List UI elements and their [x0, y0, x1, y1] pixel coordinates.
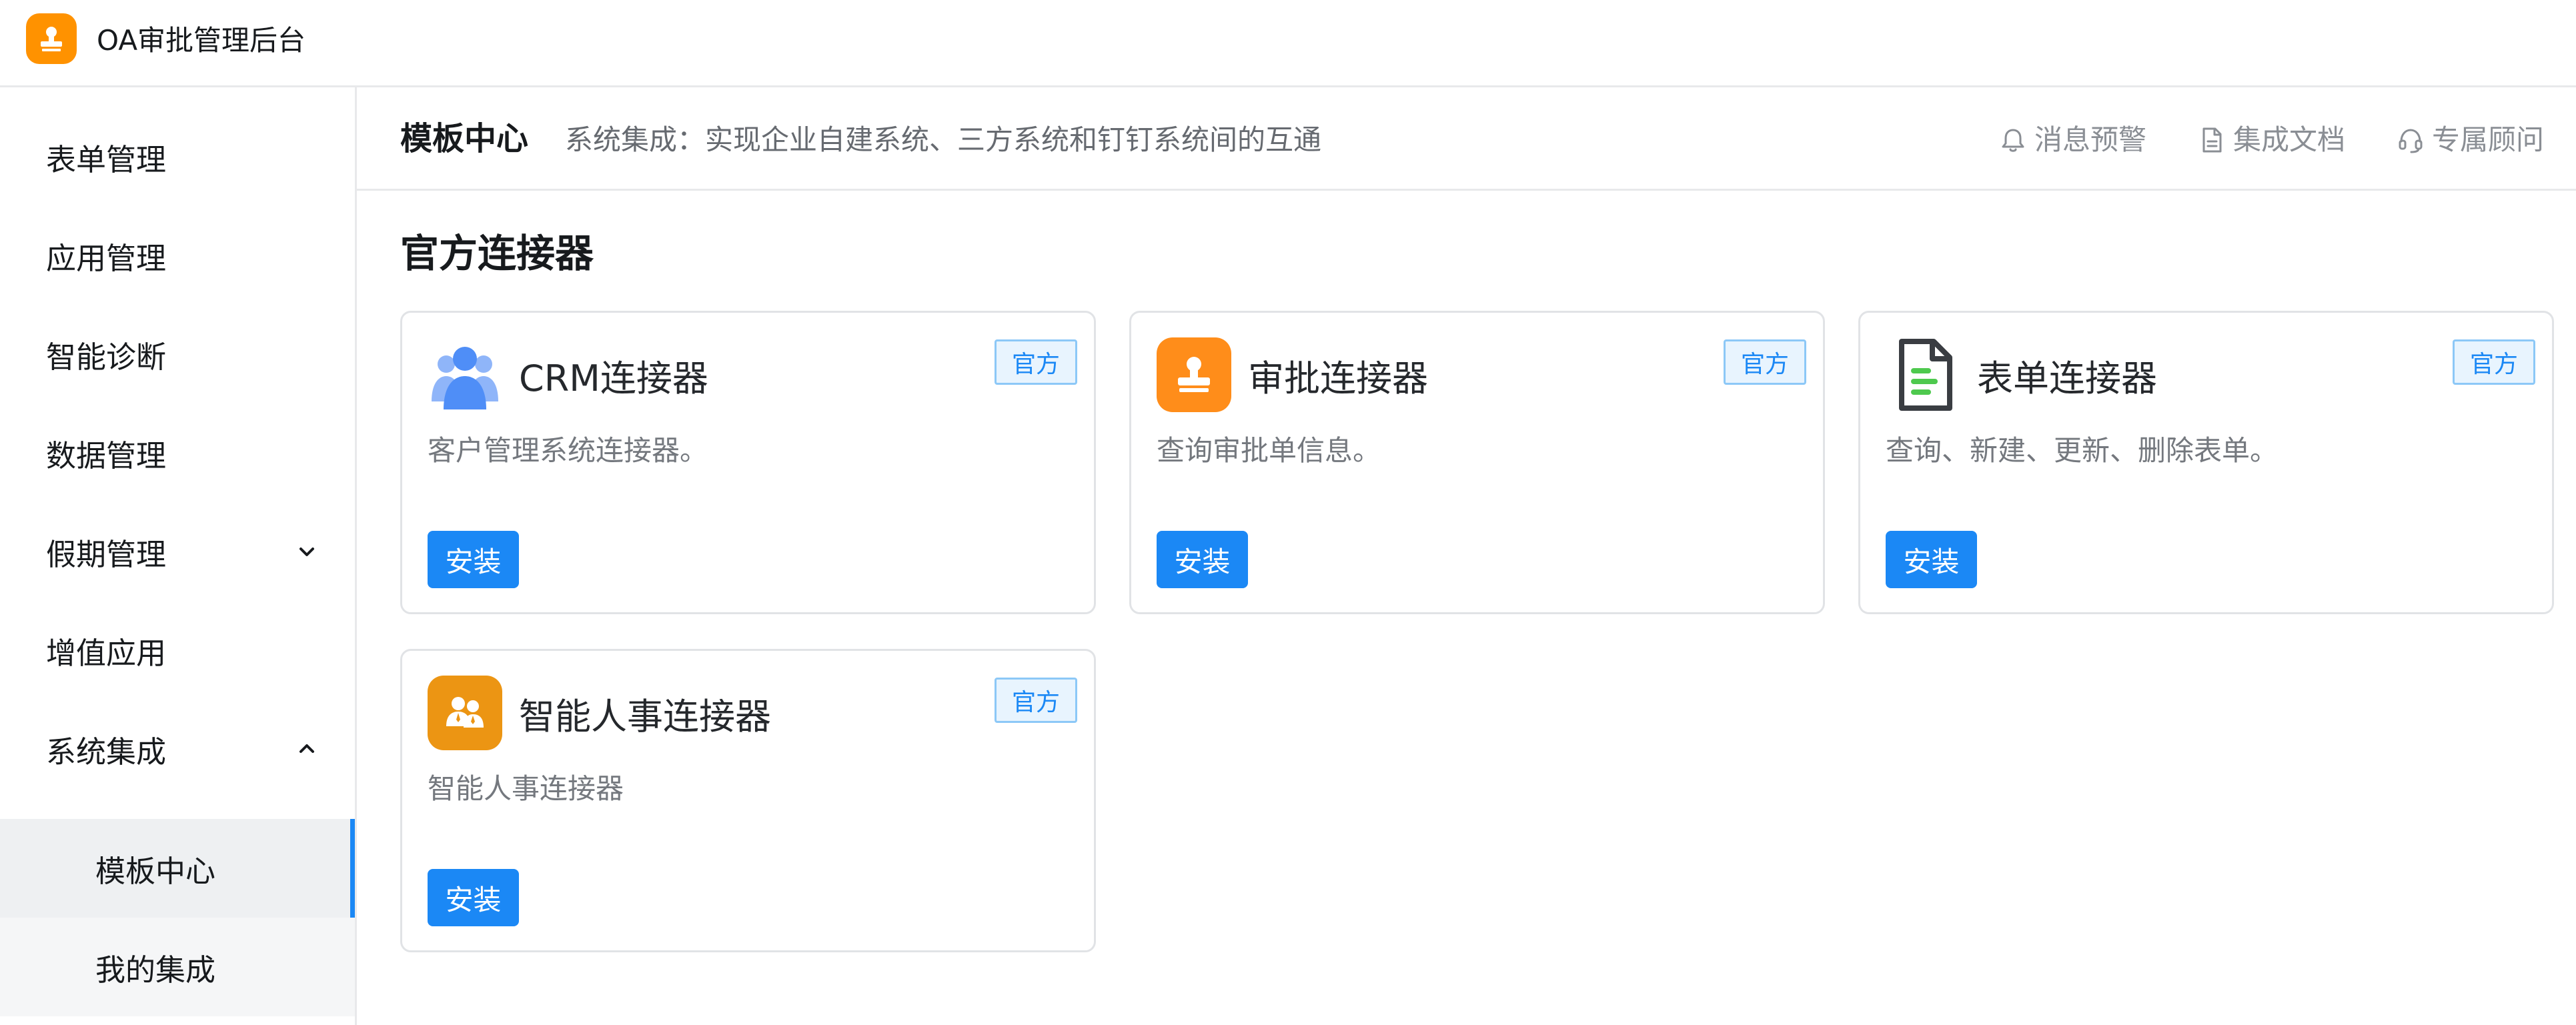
header-actions: 消息预警 集成文档 专属顾问 — [1998, 121, 2544, 159]
official-badge: 官方 — [995, 678, 1077, 723]
document-icon — [2202, 127, 2222, 153]
sidebar-item-smart-diagnosis[interactable]: 智能诊断 — [0, 305, 355, 403]
message-alert-link[interactable]: 消息预警 — [1998, 121, 2146, 159]
sidebar: 表单管理 应用管理 智能诊断 数据管理 假期管理 增值应用 系统集成 模板中心 … — [0, 87, 357, 1025]
connector-card-approval: 审批连接器 官方 查询审批单信息。 安装 — [1129, 311, 1825, 614]
dedicated-advisor-link[interactable]: 专属顾问 — [2396, 121, 2544, 159]
page-title: 模板中心 — [400, 120, 529, 157]
connector-name: CRM连接器 — [519, 357, 708, 399]
install-button[interactable]: 安装 — [428, 869, 519, 926]
page-description: 系统集成：实现企业自建系统、三方系统和钉钉系统间的互通 — [565, 123, 1322, 156]
sidebar-item-form-management[interactable]: 表单管理 — [0, 107, 355, 206]
hr-people-icon — [428, 676, 502, 750]
crm-users-icon — [428, 337, 502, 412]
connector-card-form: 表单连接器 官方 查询、新建、更新、删除表单。 安装 — [1858, 311, 2554, 614]
connector-name: 智能人事连接器 — [519, 696, 771, 738]
sidebar-item-label: 数据管理 — [46, 437, 167, 473]
install-button[interactable]: 安装 — [428, 531, 519, 588]
section-title: 官方连接器 — [400, 231, 594, 276]
form-document-icon — [1886, 337, 1960, 412]
sidebar-subitem-my-integrations[interactable]: 我的集成 — [0, 918, 355, 1016]
install-button[interactable]: 安装 — [1157, 531, 1248, 588]
connector-description: 查询、新建、更新、删除表单。 — [1886, 434, 2279, 467]
sidebar-item-label: 应用管理 — [46, 240, 167, 276]
sidebar-subitem-label: 模板中心 — [95, 853, 216, 889]
sidebar-subitem-label: 我的集成 — [95, 952, 216, 988]
sidebar-item-label: 智能诊断 — [46, 339, 167, 375]
connector-description: 查询审批单信息。 — [1157, 434, 1381, 467]
official-badge: 官方 — [1724, 339, 1806, 385]
dedicated-advisor-label: 专属顾问 — [2431, 123, 2544, 156]
connector-name: 表单连接器 — [1977, 357, 2157, 399]
official-badge: 官方 — [2453, 339, 2535, 385]
chevron-down-icon — [293, 538, 320, 565]
content-header: 模板中心 系统集成：实现企业自建系统、三方系统和钉钉系统间的互通 消息预警 集成… — [357, 87, 2576, 191]
app-title: OA审批管理后台 — [97, 24, 306, 57]
approval-stamp-icon — [1157, 337, 1231, 412]
connector-card-crm: CRM连接器 官方 客户管理系统连接器。 安装 — [400, 311, 1096, 614]
connector-description: 客户管理系统连接器。 — [428, 434, 708, 467]
sidebar-item-data-management[interactable]: 数据管理 — [0, 403, 355, 502]
connector-description: 智能人事连接器 — [428, 772, 624, 805]
sidebar-item-system-integration[interactable]: 系统集成 — [0, 700, 355, 798]
sidebar-subitem-template-center[interactable]: 模板中心 — [0, 819, 355, 918]
headset-icon — [2399, 129, 2423, 153]
app-logo — [26, 13, 77, 64]
integration-docs-label: 集成文档 — [2232, 123, 2345, 156]
official-badge: 官方 — [995, 339, 1077, 385]
bell-icon — [2002, 129, 2024, 152]
sidebar-item-app-management[interactable]: 应用管理 — [0, 206, 355, 305]
sidebar-item-label: 表单管理 — [46, 141, 167, 177]
sidebar-item-label: 假期管理 — [46, 536, 167, 572]
sidebar-item-leave-management[interactable]: 假期管理 — [0, 502, 355, 601]
top-bar: OA审批管理后台 — [0, 0, 2576, 87]
integration-docs-link[interactable]: 集成文档 — [2197, 121, 2345, 159]
connector-name: 审批连接器 — [1248, 357, 1428, 399]
install-button[interactable]: 安装 — [1886, 531, 1977, 588]
sidebar-item-value-added-apps[interactable]: 增值应用 — [0, 601, 355, 700]
sidebar-item-label: 系统集成 — [46, 734, 167, 770]
connector-card-smart-hr: 智能人事连接器 官方 智能人事连接器 安装 — [400, 649, 1096, 952]
message-alert-label: 消息预警 — [2034, 123, 2146, 156]
sidebar-item-label: 增值应用 — [46, 635, 167, 671]
stamp-icon — [41, 27, 62, 51]
chevron-up-icon — [293, 736, 320, 762]
